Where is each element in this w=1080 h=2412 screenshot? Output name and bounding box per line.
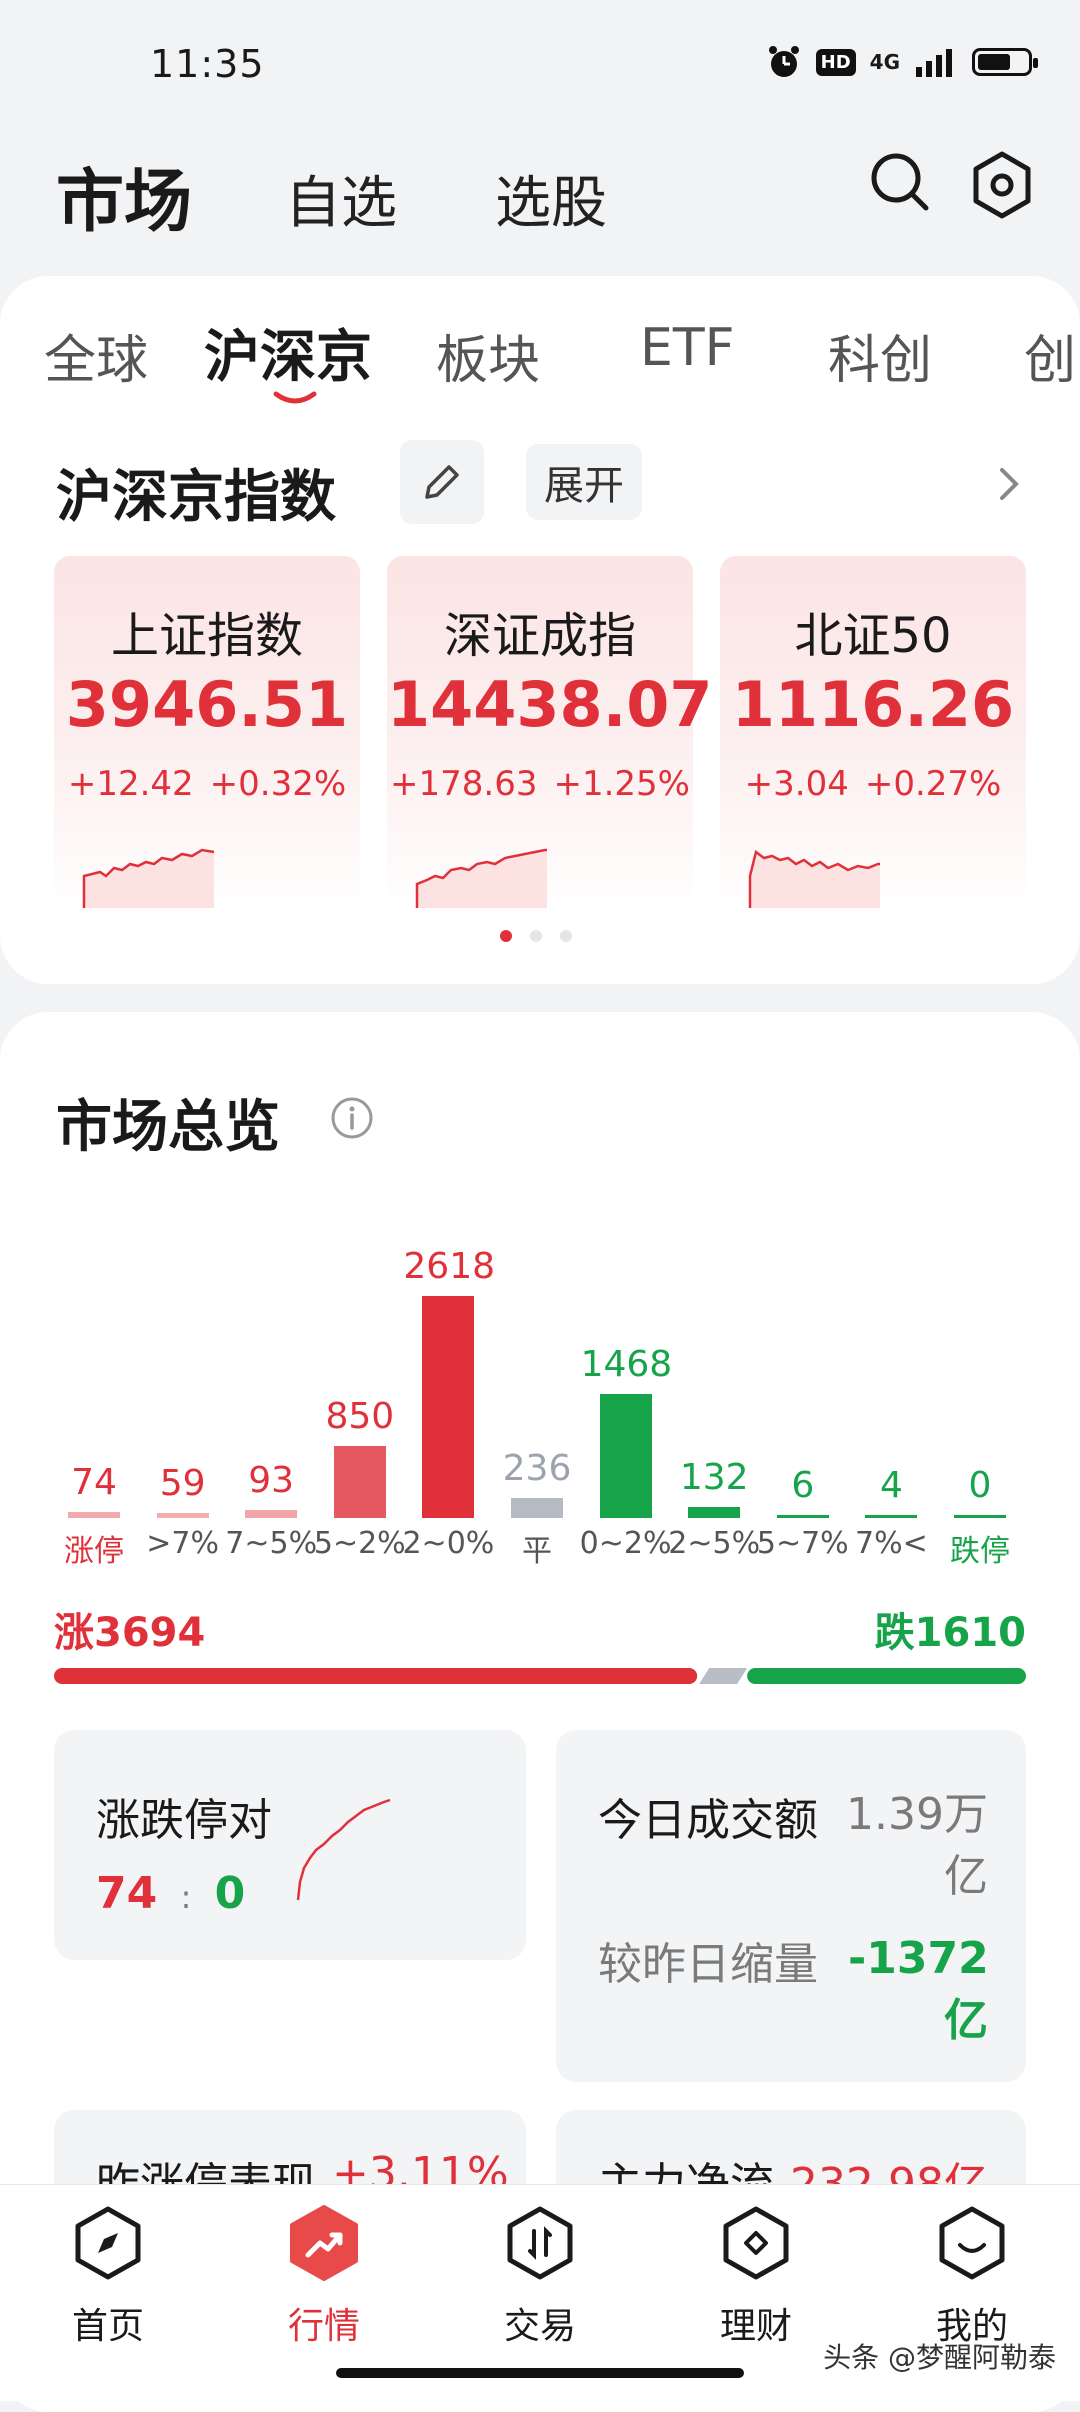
expand-button[interactable]: 展开 <box>526 444 642 520</box>
nav-label: 理财 <box>719 2306 792 2347</box>
nav-wealth[interactable]: 理财 <box>676 2203 836 2349</box>
nav-label: 交易 <box>503 2306 576 2347</box>
index-card-shenzhen[interactable]: 深证成指 14438.07 +178.63 +1.25% <box>387 556 713 916</box>
wealth-icon <box>723 2206 789 2280</box>
carousel-dots <box>500 930 572 942</box>
index-change-pct: +0.27% <box>864 764 1002 804</box>
status-time: 11:35 <box>150 42 265 86</box>
edit-button[interactable] <box>400 440 484 524</box>
index-name: 深证成指 <box>443 608 636 664</box>
nav-trade[interactable]: 交易 <box>460 2203 620 2349</box>
carousel-dot <box>500 930 512 942</box>
exchange-icon <box>507 2206 573 2280</box>
subtab-etf[interactable]: ETF <box>640 318 735 378</box>
battery-icon <box>972 48 1038 76</box>
subtab-global[interactable]: 全球 <box>44 318 148 393</box>
turnover-compare-value: -1372亿 <box>848 1933 989 2046</box>
rise-fall-ratio-bar <box>54 1668 1026 1684</box>
signal-icon <box>916 49 952 77</box>
sparkline-shenzhen <box>415 848 547 908</box>
ratio-down-segment <box>747 1668 1026 1684</box>
index-card-shanghai[interactable]: 上证指数 3946.51 +12.42 +0.32% <box>54 556 360 916</box>
search-icon[interactable] <box>868 150 932 214</box>
limit-pair-values: 74 : 0 <box>96 1868 245 1919</box>
info-icon[interactable] <box>330 1096 374 1140</box>
indices-title: 沪深京指数 <box>56 465 336 530</box>
hd-badge: HD <box>815 48 856 76</box>
subtab-hushenjing[interactable]: 沪深京 <box>204 312 372 393</box>
turnover-card[interactable]: 今日成交额 1.39万亿 较昨日缩量 -1372亿 <box>556 1730 1026 2082</box>
subtab-sector[interactable]: 板块 <box>436 318 540 393</box>
network-label: 4G <box>869 50 900 74</box>
trend-up-icon <box>290 2205 358 2281</box>
nav-market[interactable]: 行情 <box>244 2203 404 2349</box>
smile-icon <box>939 2206 1005 2280</box>
index-change-pct: +0.32% <box>209 764 347 804</box>
status-icons: HD 4G <box>766 44 1038 80</box>
index-name: 上证指数 <box>110 608 303 664</box>
subtab-star-market[interactable]: 科创 <box>828 318 932 393</box>
nav-label: 行情 <box>287 2306 360 2347</box>
index-name: 北证50 <box>794 608 952 664</box>
index-change-pct: +1.25% <box>553 764 690 804</box>
rise-count-label: 涨3694 <box>54 1610 206 1656</box>
index-value: 3946.51 <box>65 668 349 741</box>
nav-label: 首页 <box>71 2306 144 2347</box>
index-change: +178.63 +1.25% <box>387 764 693 804</box>
turnover-compare-label: 较昨日缩量 <box>598 1939 818 1990</box>
index-change: +12.42 +0.32% <box>54 764 360 804</box>
alarm-icon <box>768 46 799 77</box>
index-change-abs: +12.42 <box>67 764 194 804</box>
index-card-bse50[interactable]: 北证50 1116.26 +3.04 +0.27% <box>720 556 1026 916</box>
watermark: 头条 @梦醒阿勒泰 <box>823 2341 1056 2374</box>
ratio-up-segment <box>54 1668 698 1684</box>
limit-pair-sparkline <box>296 1798 391 1901</box>
settings-icon[interactable] <box>970 150 1034 220</box>
index-value: 14438.07 <box>387 668 713 741</box>
fall-count-label: 跌1610 <box>874 1610 1026 1656</box>
limit-up-count: 74 <box>96 1868 158 1919</box>
overview-title: 市场总览 <box>56 1095 280 1160</box>
nav-home[interactable]: 首页 <box>28 2203 188 2349</box>
pencil-icon <box>425 465 459 499</box>
limit-down-count: 0 <box>214 1868 246 1919</box>
chevron-right-icon[interactable] <box>996 464 1022 504</box>
compass-icon <box>75 2206 141 2280</box>
carousel-dot <box>530 930 542 942</box>
home-indicator <box>336 2368 744 2378</box>
index-change-abs: +3.04 <box>744 764 849 804</box>
subtab-chinext[interactable]: 创 <box>1024 318 1076 393</box>
index-change: +3.04 +0.27% <box>720 764 1026 804</box>
limit-pair-card[interactable]: 涨跌停对 74 : 0 <box>54 1730 526 1960</box>
tab-watchlist[interactable]: 自选 <box>285 158 397 239</box>
carousel-dot <box>560 930 572 942</box>
limit-pair-title: 涨跌停对 <box>96 1795 272 1846</box>
tab-stock-picker[interactable]: 选股 <box>495 158 607 239</box>
ratio-flat-segment <box>699 1668 748 1684</box>
turnover-value: 1.39万亿 <box>846 1789 988 1902</box>
limit-separator: : <box>180 1878 192 1916</box>
sparkline-bse50 <box>748 849 880 908</box>
index-change-abs: +178.63 <box>390 764 538 804</box>
sparkline-shanghai <box>82 848 215 908</box>
page-title: 市场 <box>56 163 193 242</box>
active-tab-indicator <box>273 391 317 404</box>
turnover-title: 今日成交额 <box>598 1795 818 1846</box>
index-value: 1116.26 <box>731 668 1015 741</box>
nav-profile[interactable]: 我的 <box>892 2203 1052 2349</box>
